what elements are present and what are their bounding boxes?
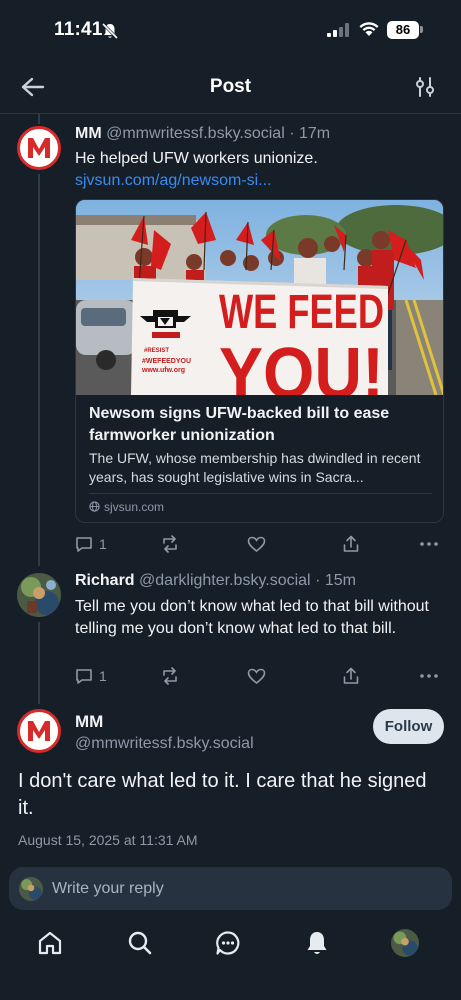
avatar[interactable] [17, 709, 61, 753]
post-time: · 17m [289, 125, 331, 142]
tab-home[interactable] [35, 928, 65, 958]
like-icon[interactable] [247, 668, 266, 685]
post-timestamp: August 15, 2025 at 11:31 AM [18, 832, 198, 848]
author-handle[interactable]: @darklighter.bsky.social [139, 572, 311, 589]
thread-settings-icon[interactable] [414, 76, 436, 98]
reply-count: 1 [99, 536, 107, 552]
card-title: Newsom signs UFW-backed bill to ease far… [89, 405, 390, 444]
search-icon [128, 931, 152, 955]
signal-icon [327, 23, 349, 37]
banner-text-1: WE FEED [219, 286, 384, 339]
protest-photo: #RESIST #WEFEEDYOU www.ufw.org WE FEED Y… [76, 200, 443, 395]
mm-logo-icon [28, 721, 50, 741]
mm-logo-icon [28, 138, 50, 158]
share-icon[interactable] [343, 667, 359, 685]
tab-chat[interactable] [213, 928, 243, 958]
tab-profile[interactable] [390, 928, 420, 958]
battery-nub [420, 26, 423, 33]
reply-icon [76, 537, 92, 552]
card-domain: sjvsun.com [104, 500, 165, 514]
share-icon[interactable] [343, 535, 359, 553]
more-options-icon[interactable] [420, 674, 438, 678]
post-text: Tell me you don’t know what led to that … [75, 598, 429, 637]
tab-notifications[interactable] [302, 928, 332, 958]
richard-avatar-image [17, 573, 61, 617]
repost-icon[interactable] [160, 667, 180, 685]
reply-placeholder: Write your reply [52, 879, 164, 897]
card-description: The UFW, whose membership has dwindled i… [89, 450, 421, 485]
banner-small-2: #WEFEEDYOU [142, 358, 191, 365]
card-image: #RESIST #WEFEEDYOU www.ufw.org WE FEED Y… [76, 200, 443, 395]
repost-icon[interactable] [160, 535, 180, 553]
avatar[interactable] [17, 126, 61, 170]
chat-icon [216, 931, 240, 955]
author-name[interactable]: MM [75, 712, 103, 732]
banner-text-2: YOU! [219, 334, 384, 395]
thread-line [38, 174, 40, 566]
avatar [19, 876, 43, 901]
banner-small-3: www.ufw.org [141, 367, 185, 374]
reply-button[interactable]: 1 [75, 535, 107, 553]
post-meta: MM @mmwritessf.bsky.social · 17m [75, 125, 330, 143]
header-divider [0, 113, 461, 114]
post-link[interactable]: sjvsun.com/ag/newsom-si... [75, 172, 272, 190]
reply-button[interactable]: 1 [75, 667, 107, 685]
like-icon[interactable] [247, 536, 266, 553]
author-name[interactable]: MM [75, 125, 102, 142]
card-divider [89, 493, 432, 494]
page-title: Post [209, 76, 252, 97]
link-card[interactable]: #RESIST #WEFEEDYOU www.ufw.org WE FEED Y… [75, 199, 444, 523]
home-icon [38, 931, 62, 955]
post-meta: Richard @darklighter.bsky.social · 15m [75, 572, 356, 590]
status-time: 11:41 [54, 19, 103, 40]
more-options-icon[interactable] [420, 542, 438, 546]
thread-line [38, 622, 40, 704]
battery-indicator: 86 [387, 21, 419, 39]
bell-off-icon [101, 22, 119, 40]
globe-icon [89, 501, 100, 512]
tab-search[interactable] [125, 928, 155, 958]
post-text: He helped UFW workers unionize. [75, 150, 318, 167]
banner-small-1: #RESIST [144, 348, 169, 354]
tab-bar [0, 915, 461, 1000]
user-avatar-image [19, 876, 43, 901]
avatar[interactable] [17, 573, 61, 617]
author-name[interactable]: Richard [75, 572, 135, 589]
author-handle[interactable]: @mmwritessf.bsky.social [75, 735, 254, 753]
author-handle[interactable]: @mmwritessf.bsky.social [106, 125, 285, 142]
wifi-icon [359, 22, 379, 36]
bell-icon [307, 932, 327, 954]
follow-button[interactable]: Follow [373, 709, 444, 744]
reply-input[interactable]: Write your reply [9, 867, 452, 910]
reply-count: 1 [99, 668, 107, 684]
main-post-text: I don't care what led to it. I care that… [18, 770, 427, 819]
reply-icon [76, 669, 92, 684]
thread-line [38, 114, 40, 124]
profile-avatar-icon [391, 929, 419, 957]
post-time: · 15m [315, 572, 356, 589]
